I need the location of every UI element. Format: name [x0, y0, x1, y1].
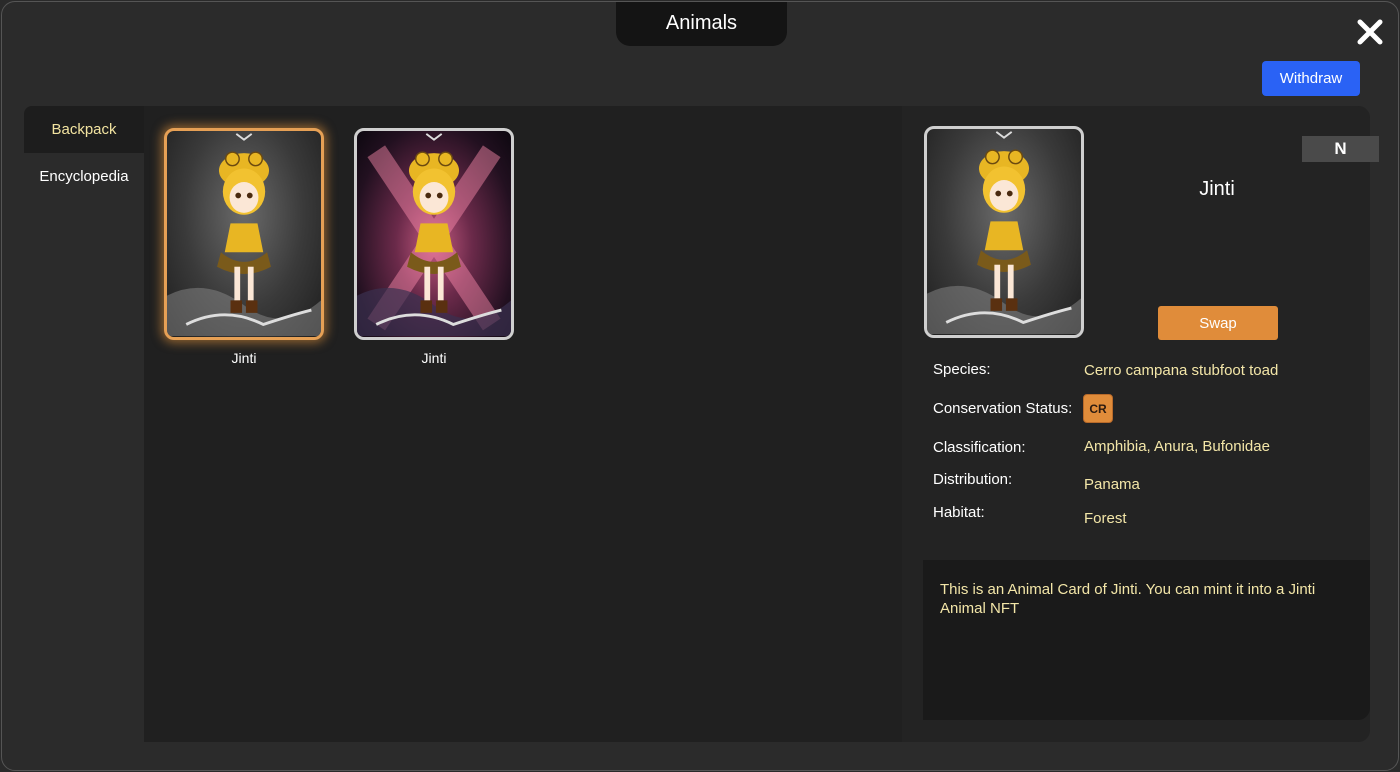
character-illustration — [357, 133, 511, 337]
species-value: Cerro campana stubfoot toad — [1084, 362, 1279, 379]
animal-name: Jinti — [1199, 178, 1235, 200]
species-label: Species: — [933, 361, 991, 378]
character-illustration — [167, 133, 321, 337]
card-image — [164, 128, 324, 340]
character-illustration — [927, 131, 1081, 335]
card-name: Jinti — [231, 350, 257, 366]
description-box: This is an Animal Card of Jinti. You can… — [923, 560, 1370, 720]
close-icon — [1357, 19, 1383, 45]
card-grid: Jinti Jinti — [144, 106, 902, 742]
details-panel: Jinti N Swap Species: Cerro campana stub… — [902, 106, 1379, 742]
distribution-label: Distribution: — [933, 471, 1013, 488]
tab-encyclopedia[interactable]: Encyclopedia — [24, 153, 144, 200]
card-image — [354, 128, 514, 340]
conservation-status-label: Conservation Status: — [933, 400, 1073, 417]
withdraw-button[interactable]: Withdraw — [1262, 61, 1360, 96]
detail-card-frame — [924, 126, 1084, 338]
side-tabs: Backpack Encyclopedia — [24, 106, 144, 742]
animal-card[interactable]: Jinti — [164, 128, 324, 366]
main-panel: Backpack Encyclopedia Jinti Jinti Jinti … — [24, 106, 1379, 742]
classification-value: Amphibia, Anura, Bufonidae — [1084, 438, 1270, 455]
classification-label: Classification: — [933, 439, 1026, 456]
animals-window: Animals Withdraw Backpack Encyclopedia J… — [1, 1, 1399, 771]
card-name: Jinti — [421, 350, 447, 366]
animal-card[interactable]: Jinti — [354, 128, 514, 366]
rarity-badge: N — [1302, 136, 1379, 162]
window-title: Animals — [616, 2, 787, 46]
swap-button[interactable]: Swap — [1158, 306, 1278, 340]
habitat-value: Forest — [1084, 510, 1127, 527]
close-button[interactable] — [1354, 16, 1386, 48]
habitat-label: Habitat: — [933, 504, 985, 521]
tab-backpack[interactable]: Backpack — [24, 106, 144, 153]
detail-card-image — [924, 126, 1084, 338]
distribution-value: Panama — [1084, 476, 1140, 493]
description-text: This is an Animal Card of Jinti. You can… — [940, 581, 1316, 617]
conservation-status-badge: CR — [1083, 394, 1113, 423]
